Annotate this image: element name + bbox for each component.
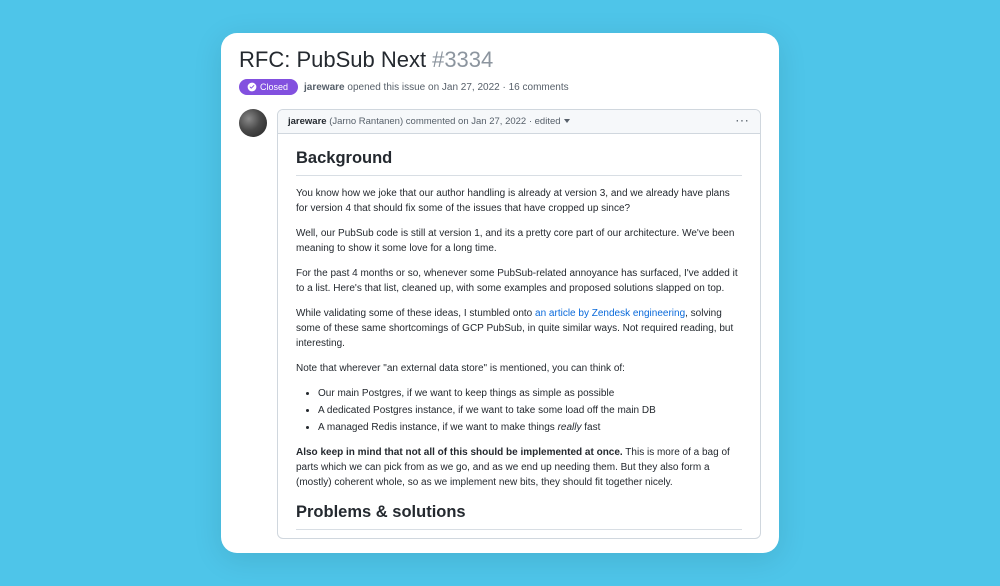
comment-actions-menu[interactable]: ··· — [736, 116, 750, 127]
comment-body: Background You know how we joke that our… — [278, 134, 760, 538]
comment-header: jareware (Jarno Rantanen) commented on J… — [278, 110, 760, 134]
comment-box: jareware (Jarno Rantanen) commented on J… — [277, 109, 761, 539]
edited-indicator[interactable]: edited — [535, 116, 570, 127]
issue-meta-text: jareware opened this issue on Jan 27, 20… — [304, 82, 569, 93]
paragraph: You know how we joke that our author han… — [296, 186, 742, 216]
data-store-list: Our main Postgres, if we want to keep th… — [318, 386, 742, 435]
issue-card: RFC: PubSub Next #3334 Closed jareware o… — [221, 33, 779, 553]
issue-title: RFC: PubSub Next — [239, 47, 426, 73]
status-badge-closed: Closed — [239, 79, 298, 95]
avatar[interactable] — [239, 109, 267, 137]
zendesk-link[interactable]: an article by Zendesk engineering — [535, 308, 685, 319]
comment-author[interactable]: jareware — [288, 116, 327, 127]
comment-header-text: jareware (Jarno Rantanen) commented on J… — [288, 116, 570, 127]
issue-number: #3334 — [432, 47, 493, 73]
paragraph: While validating some of these ideas, I … — [296, 306, 742, 351]
closed-icon — [247, 82, 257, 92]
list-item: A managed Redis instance, if we want to … — [318, 420, 742, 435]
list-item: A dedicated Postgres instance, if we wan… — [318, 403, 742, 418]
chevron-down-icon — [564, 119, 570, 123]
issue-meta: Closed jareware opened this issue on Jan… — [239, 79, 761, 95]
heading-problems: Problems & solutions — [296, 500, 742, 530]
comment-container: jareware (Jarno Rantanen) commented on J… — [239, 109, 761, 539]
issue-author[interactable]: jareware — [304, 82, 345, 93]
status-badge-label: Closed — [260, 82, 288, 92]
paragraph: Note that wherever "an external data sto… — [296, 361, 742, 376]
paragraph: For the past 4 months or so, whenever so… — [296, 266, 742, 296]
paragraph: Well, our PubSub code is still at versio… — [296, 226, 742, 256]
list-item: Our main Postgres, if we want to keep th… — [318, 386, 742, 401]
paragraph: Also keep in mind that not all of this s… — [296, 445, 742, 490]
heading-background: Background — [296, 146, 742, 176]
title-row: RFC: PubSub Next #3334 — [239, 47, 761, 73]
